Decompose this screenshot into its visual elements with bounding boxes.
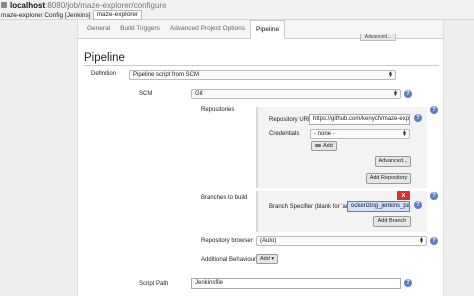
- section-title: Pipeline: [84, 52, 125, 64]
- tab-strip: maze-explorer Config [Jenkins] maze-expl…: [1, 10, 143, 20]
- browser-chrome: localhost :8080/job/maze-explorer/config…: [0, 0, 474, 20]
- additional-behaviours-label: Additional Behaviours: [201, 257, 260, 263]
- scm-label: SCM: [139, 91, 153, 97]
- add-behaviour-button[interactable]: Add ▾: [256, 254, 279, 264]
- help-icon[interactable]: ?: [404, 90, 412, 98]
- definition-value: Pipeline script from SCM: [133, 72, 200, 78]
- credentials-label: Credentials: [269, 131, 300, 137]
- browser-tab-title[interactable]: maze-explorer Config [Jenkins]: [1, 12, 91, 19]
- tab-pipeline[interactable]: Pipeline: [250, 20, 286, 39]
- add-repository-button[interactable]: Add Repository: [366, 173, 411, 184]
- repository-browser-label: Repository browser: [201, 238, 253, 244]
- key-icon: [315, 144, 321, 148]
- advanced-button[interactable]: Advanced...: [375, 156, 411, 167]
- add-branch-button[interactable]: Add Branch: [373, 216, 411, 227]
- help-icon[interactable]: ?: [430, 106, 438, 114]
- branch-specifier-input[interactable]: ockerizing_jenkins_part_3: [347, 201, 410, 212]
- advanced-button-top[interactable]: Advanced...: [360, 34, 396, 41]
- scm-select[interactable]: Git ▲ ▼: [191, 89, 401, 99]
- help-icon[interactable]: ?: [414, 114, 422, 122]
- credentials-value: - none -: [314, 131, 335, 137]
- script-path-input[interactable]: Jenkinsfile: [191, 278, 401, 289]
- url-host: localhost: [10, 0, 46, 10]
- bookmark-tab[interactable]: maze-explorer: [92, 10, 143, 20]
- script-path-label: Script Path: [139, 281, 169, 287]
- definition-label: Definition: [91, 71, 117, 77]
- help-icon[interactable]: ?: [430, 237, 438, 245]
- help-icon[interactable]: ?: [404, 279, 412, 287]
- dropdown-arrow-icon: ▾: [271, 256, 275, 262]
- add-credentials-label: Add: [323, 143, 333, 149]
- add-credentials-button[interactable]: Add: [311, 141, 337, 151]
- help-icon[interactable]: ?: [414, 201, 422, 209]
- repository-url-input[interactable]: https://github.com/kenych/maze-explorer: [309, 114, 410, 125]
- repositories-label: Repositories: [201, 107, 235, 113]
- page-icon: [1, 2, 7, 8]
- repository-browser-value: (Auto): [260, 238, 277, 244]
- repository-url-label: Repository URL: [269, 117, 312, 123]
- add-behaviour-label: Add: [260, 256, 270, 262]
- select-arrows-icon: ▲ ▼: [388, 70, 393, 79]
- repository-browser-select[interactable]: (Auto) ▲ ▼: [256, 236, 427, 246]
- scm-value: Git: [195, 91, 203, 97]
- help-icon[interactable]: ?: [430, 192, 438, 200]
- credentials-select[interactable]: - none - ▲ ▼: [310, 129, 410, 139]
- branches-label: Branches to build: [201, 195, 248, 201]
- tab-build-triggers[interactable]: Build Triggers: [115, 20, 165, 39]
- section-divider: [84, 65, 439, 66]
- select-arrows-icon: ▲ ▼: [402, 129, 407, 138]
- branch-specifier-label: Branch Specifier (blank for 'any'): [269, 204, 356, 210]
- tab-advanced-project-options[interactable]: Advanced Project Options: [165, 20, 250, 39]
- delete-branch-button[interactable]: x: [397, 191, 410, 200]
- left-margin: [0, 20, 78, 296]
- select-arrows-icon: ▲ ▼: [419, 236, 424, 245]
- definition-select[interactable]: Pipeline script from SCM ▲ ▼: [129, 70, 396, 80]
- url-path: :8080/job/maze-explorer/configure: [45, 0, 167, 10]
- address-bar[interactable]: localhost :8080/job/maze-explorer/config…: [1, 0, 167, 10]
- select-arrows-icon: ▲ ▼: [393, 89, 398, 98]
- right-margin: [443, 20, 474, 296]
- tab-general[interactable]: General: [82, 20, 115, 39]
